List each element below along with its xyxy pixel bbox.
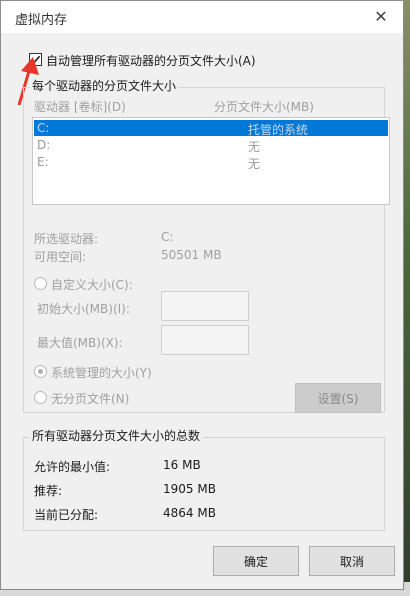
close-button[interactable]: ✕ — [363, 3, 399, 29]
selected-drive-label: 所选驱动器: — [34, 232, 99, 246]
initial-size-input[interactable] — [161, 291, 249, 321]
drive-list[interactable]: C: 托管的系统 D: 无 E: 无 — [32, 117, 390, 205]
ok-button[interactable]: 确定 — [213, 546, 299, 576]
list-item[interactable]: D: 无 — [34, 137, 388, 154]
allocated-value: 4864 MB — [163, 506, 216, 520]
list-item[interactable]: C: 托管的系统 — [34, 120, 388, 137]
column-header-size: 分页文件大小(MB) — [214, 100, 314, 114]
column-header-drive: 驱动器 [卷标](D) — [34, 100, 126, 114]
custom-size-label[interactable]: 自定义大小(C): — [51, 276, 133, 293]
drives-group-title: 每个驱动器的分页文件大小 — [30, 77, 179, 94]
allocated-label: 当前已分配: — [34, 508, 99, 522]
max-size-input[interactable] — [161, 325, 249, 355]
drive-letter: E: — [37, 155, 49, 169]
min-allowed-label: 允许的最小值: — [34, 460, 111, 474]
custom-size-radio[interactable] — [34, 277, 47, 290]
title-bar: 虚拟内存 ✕ — [1, 1, 403, 33]
close-icon: ✕ — [374, 6, 388, 26]
auto-manage-label[interactable]: 自动管理所有驱动器的分页文件大小(A) — [46, 52, 256, 69]
recommended-value: 1905 MB — [163, 482, 216, 496]
no-paging-label[interactable]: 无分页文件(N) — [51, 390, 129, 407]
virtual-memory-dialog: 虚拟内存 ✕ 自动管理所有驱动器的分页文件大小(A) 每个驱动器的分页文件大小 … — [0, 0, 404, 590]
paging-size: 无 — [248, 140, 261, 154]
drive-letter: C: — [37, 121, 50, 135]
list-item[interactable]: E: 无 — [34, 154, 388, 171]
recommended-label: 推荐: — [34, 484, 63, 498]
cancel-button[interactable]: 取消 — [309, 546, 395, 576]
free-space-value: 50501 MB — [161, 248, 222, 262]
initial-size-label: 初始大小(MB)(I): — [37, 302, 130, 316]
paging-size: 无 — [248, 157, 261, 171]
no-paging-radio[interactable] — [34, 391, 47, 404]
free-space-label: 可用空间: — [34, 250, 87, 264]
dialog-title: 虚拟内存 — [15, 13, 68, 28]
system-managed-label[interactable]: 系统管理的大小(Y) — [51, 364, 152, 381]
paging-size: 托管的系统 — [248, 123, 309, 137]
set-button[interactable]: 设置(S) — [295, 383, 381, 413]
min-allowed-value: 16 MB — [163, 458, 201, 472]
selected-drive-value: C: — [161, 230, 174, 244]
drive-letter: D: — [37, 138, 51, 152]
system-managed-radio[interactable] — [34, 365, 47, 378]
max-size-label: 最大值(MB)(X): — [37, 336, 123, 350]
totals-group-title: 所有驱动器分页文件大小的总数 — [30, 427, 203, 444]
